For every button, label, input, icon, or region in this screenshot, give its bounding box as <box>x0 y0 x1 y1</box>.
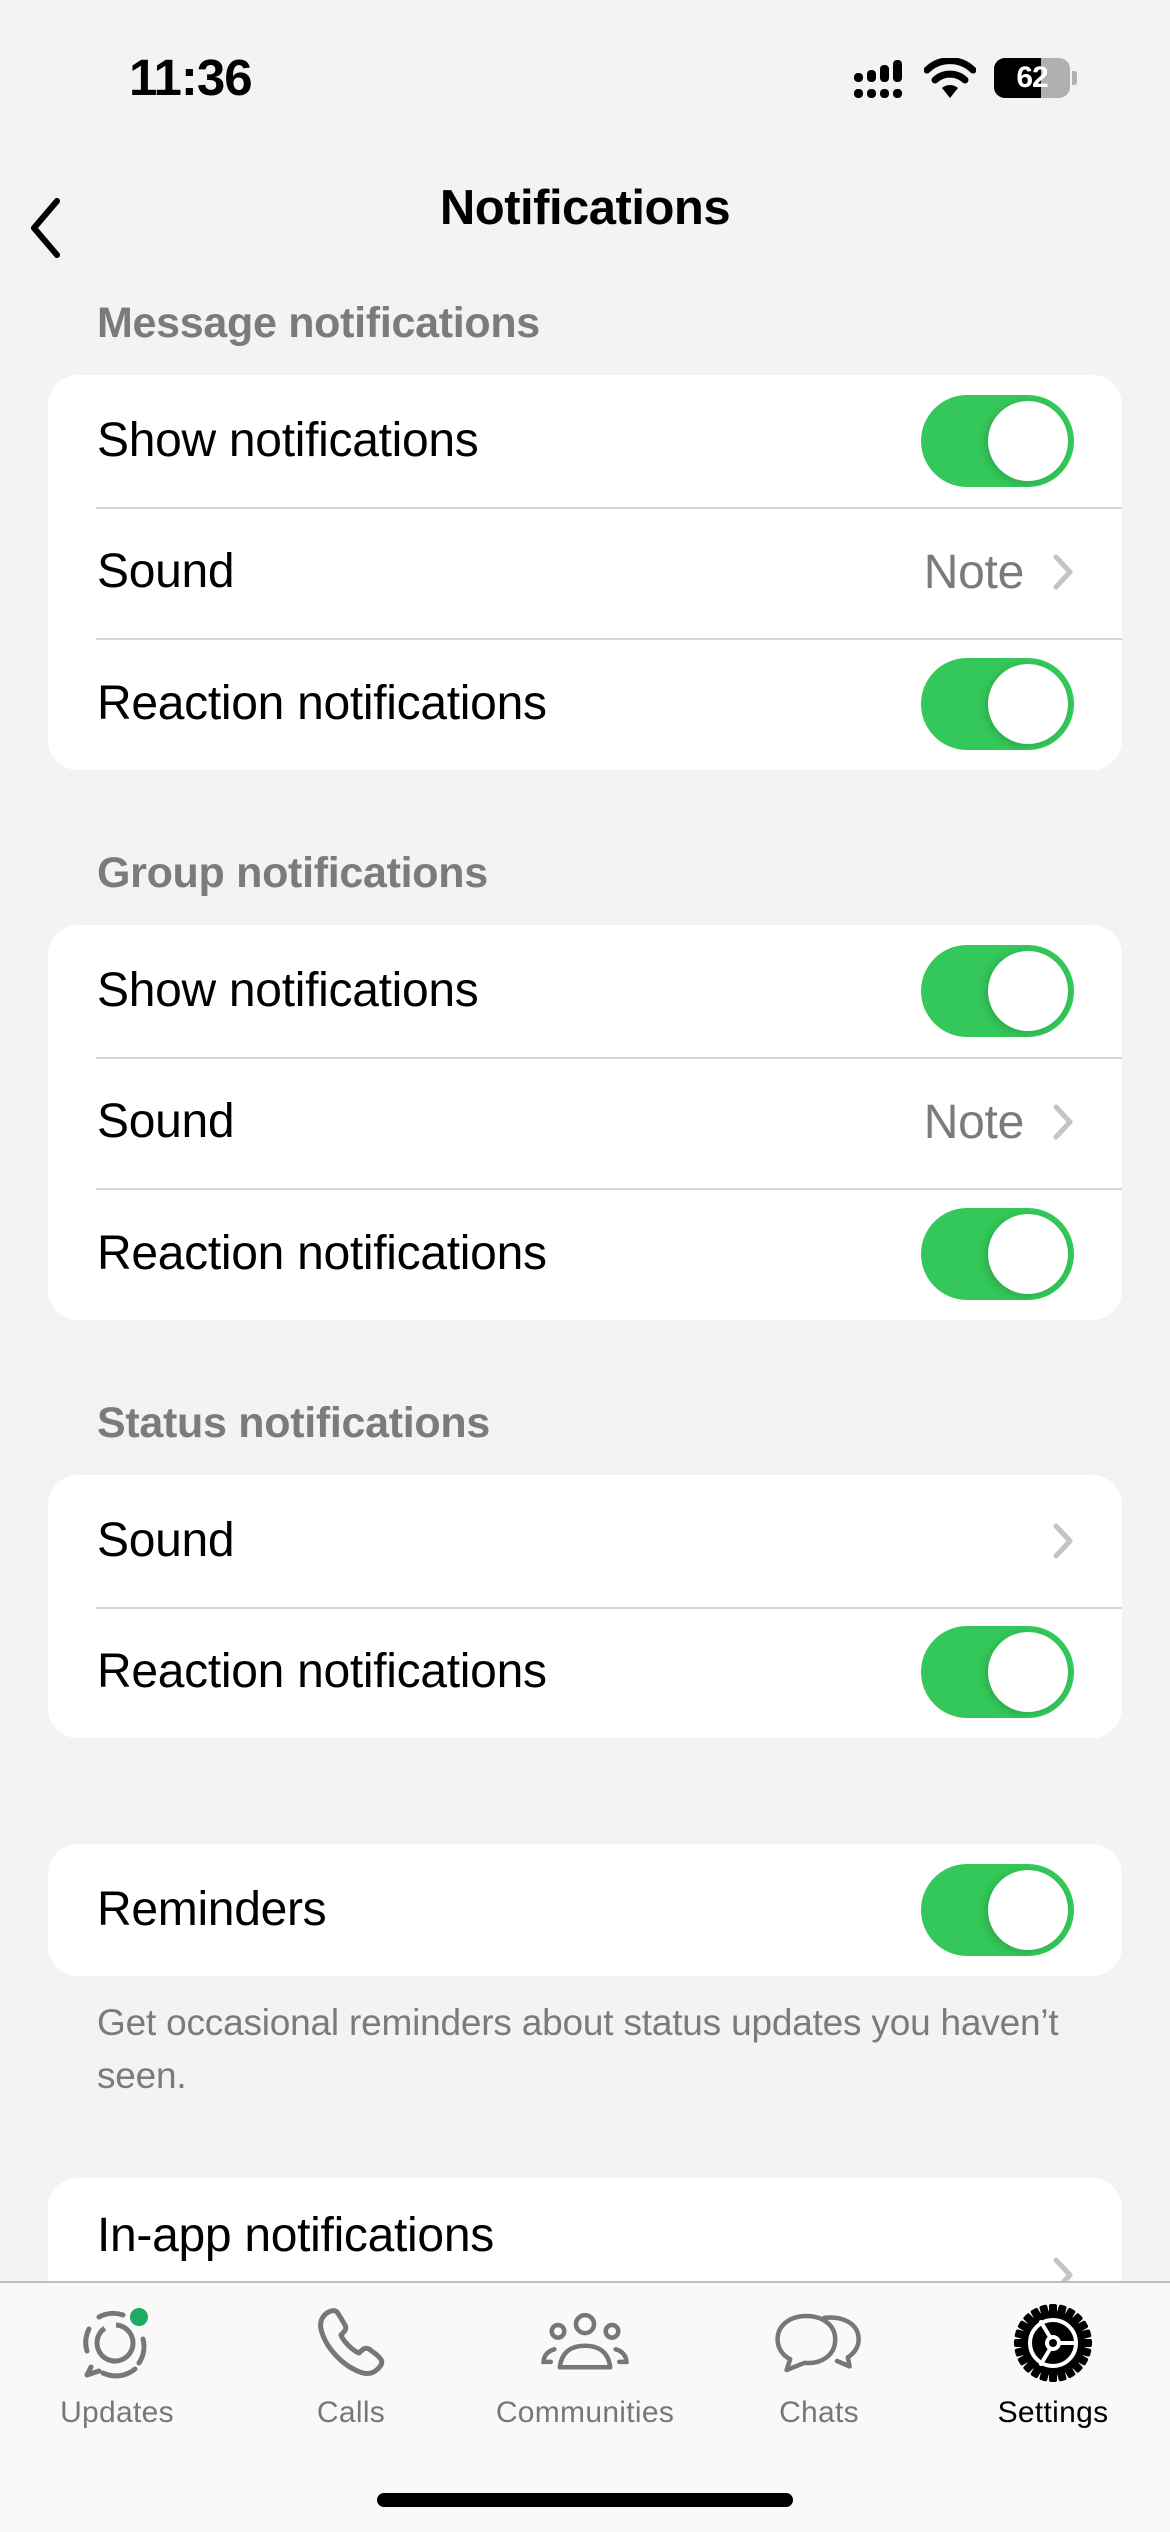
message-reaction-notifications-row[interactable]: Reaction notifications <box>48 638 1122 770</box>
message-show-notifications-row[interactable]: Show notifications <box>48 375 1122 507</box>
wifi-icon <box>924 57 976 98</box>
group-show-notifications-row[interactable]: Show notifications <box>48 925 1122 1057</box>
tab-label: Updates <box>60 2396 174 2429</box>
row-label: Show notifications <box>97 413 479 467</box>
group-sound-row[interactable]: Sound Note <box>48 1056 1122 1189</box>
status-time: 11:36 <box>129 49 253 106</box>
toggle-knob <box>988 1869 1068 1950</box>
status-sound-row[interactable]: Sound <box>48 1475 1122 1607</box>
message-show-notifications-toggle[interactable] <box>921 394 1074 487</box>
row-label: Reaction notifications <box>97 676 547 730</box>
toggle-knob <box>988 1632 1068 1713</box>
notifications-settings-screen: 11:36 62 Notifications Message notificat… <box>0 0 1170 2532</box>
group-notifications-card: Show notifications Sound Note Reaction n… <box>48 925 1122 1320</box>
row-label: Sound <box>97 545 235 599</box>
status-reaction-notifications-toggle[interactable] <box>921 1626 1074 1719</box>
tab-label: Calls <box>316 2396 386 2429</box>
tab-calls[interactable]: Calls <box>234 2283 468 2433</box>
page-title: Notifications <box>439 181 731 235</box>
battery-indicator: 62 <box>994 57 1070 98</box>
home-indicator[interactable] <box>377 2493 793 2507</box>
reminders-card: Reminders <box>48 1844 1122 1976</box>
phone-icon <box>306 2303 396 2383</box>
toggle-knob <box>988 400 1068 481</box>
status-icons: 62 <box>854 55 1077 100</box>
chevron-right-icon <box>1052 1103 1074 1141</box>
row-label: Sound <box>97 1513 235 1567</box>
updates-badge-dot <box>130 2308 148 2326</box>
group-show-notifications-toggle[interactable] <box>921 944 1074 1037</box>
row-label: In-app notifications <box>97 2209 494 2262</box>
settings-gear-icon <box>1008 2303 1098 2383</box>
row-label: Reaction notifications <box>97 1226 547 1280</box>
tab-label: Chats <box>779 2396 859 2429</box>
tab-chats[interactable]: Chats <box>702 2283 936 2433</box>
message-reaction-notifications-toggle[interactable] <box>921 657 1074 750</box>
status-notifications-card: Sound Reaction notifications <box>48 1475 1122 1738</box>
message-sound-row[interactable]: Sound Note <box>48 506 1122 639</box>
section-header-message: Message notifications <box>97 299 540 347</box>
group-reaction-notifications-row[interactable]: Reaction notifications <box>48 1188 1122 1320</box>
battery-nub <box>1072 70 1077 85</box>
toggle-knob <box>988 1213 1068 1294</box>
communities-icon <box>540 2303 630 2383</box>
reminders-footer-note: Get occasional reminders about status up… <box>97 2002 1059 2096</box>
tab-updates[interactable]: Updates <box>0 2283 234 2433</box>
toggle-knob <box>988 950 1068 1031</box>
status-reaction-notifications-row[interactable]: Reaction notifications <box>48 1606 1122 1739</box>
toggle-knob <box>988 663 1068 744</box>
row-label: Reminders <box>97 1882 327 1936</box>
section-header-group: Group notifications <box>97 849 488 897</box>
group-reaction-notifications-toggle[interactable] <box>921 1207 1074 1300</box>
tab-label: Settings <box>997 2396 1109 2429</box>
chats-icon <box>774 2303 864 2383</box>
battery-level: 62 <box>1016 60 1048 94</box>
reminders-toggle[interactable] <box>921 1863 1074 1956</box>
chevron-right-icon <box>1052 1522 1074 1560</box>
message-notifications-card: Show notifications Sound Note Reaction n… <box>48 375 1122 770</box>
sound-value: Note <box>923 545 1025 599</box>
section-header-status: Status notifications <box>97 1399 490 1447</box>
chevron-right-icon <box>1052 553 1074 591</box>
updates-icon <box>72 2303 162 2383</box>
tab-settings[interactable]: Settings <box>936 2283 1170 2433</box>
cellular-signal-icon <box>854 58 906 98</box>
sound-value: Note <box>923 1095 1025 1149</box>
reminders-row[interactable]: Reminders <box>48 1844 1122 1976</box>
row-label: Show notifications <box>97 963 479 1017</box>
tab-communities[interactable]: Communities <box>468 2283 702 2433</box>
row-label: Sound <box>97 1095 235 1149</box>
row-label: Reaction notifications <box>97 1645 547 1699</box>
tab-label: Communities <box>495 2396 675 2429</box>
